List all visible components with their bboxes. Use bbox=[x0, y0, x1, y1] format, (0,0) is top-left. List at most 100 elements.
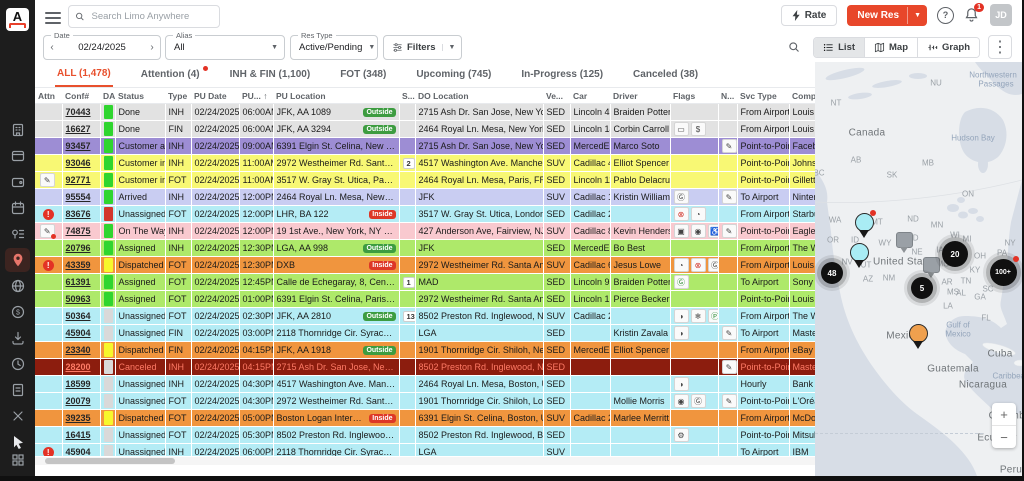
conf-number-link[interactable]: 45904 bbox=[66, 447, 91, 456]
vehicle-marker[interactable] bbox=[896, 232, 913, 253]
tab-all[interactable]: ALL (1,478) bbox=[55, 62, 113, 87]
table-row[interactable]: 16627DoneFIN02/24/202506:00AMJFK, AA 329… bbox=[35, 121, 815, 138]
zoom-out-button[interactable]: − bbox=[992, 426, 1016, 448]
table-row[interactable]: 50364UnassignedFOT02/24/202502:30PMJFK, … bbox=[35, 308, 815, 325]
view-list-button[interactable]: List bbox=[814, 38, 864, 57]
conf-number-link[interactable]: 50963 bbox=[66, 294, 91, 304]
sidebar-item-import-icon[interactable] bbox=[5, 326, 30, 350]
sidebar-item-history-icon[interactable] bbox=[5, 352, 30, 376]
conf-number-link[interactable]: 39235 bbox=[66, 413, 91, 423]
table-search-icon[interactable] bbox=[783, 36, 805, 58]
map-cluster-marker[interactable]: 5 bbox=[911, 277, 933, 299]
global-search[interactable] bbox=[68, 5, 220, 28]
column-header-da[interactable]: DA bbox=[100, 88, 115, 104]
view-graph-button[interactable]: Graph bbox=[917, 38, 979, 57]
alias-select[interactable]: Alias All ▼ bbox=[165, 35, 285, 60]
next-date-button[interactable]: › bbox=[144, 42, 160, 53]
column-header-company[interactable]: Company bbox=[789, 88, 815, 104]
column-header-ve[interactable]: Ve... bbox=[543, 88, 570, 104]
column-header-dolocation[interactable]: DO Location bbox=[415, 88, 543, 104]
sidebar-item-notes-icon[interactable] bbox=[5, 378, 30, 402]
conf-number-link[interactable]: 70443 bbox=[66, 107, 91, 117]
conf-number-link[interactable]: 18599 bbox=[66, 379, 91, 389]
column-header-type[interactable]: Type bbox=[165, 88, 191, 104]
table-row[interactable]: ✎74875On The WayINH02/24/202512:00PM19 1… bbox=[35, 223, 815, 240]
column-header-attn[interactable]: Attn bbox=[35, 88, 62, 104]
tab-inh[interactable]: INH & FIN (1,100) bbox=[228, 63, 313, 86]
new-res-button[interactable]: New Res ▼ bbox=[847, 5, 927, 26]
conf-number-link[interactable]: 20079 bbox=[66, 396, 91, 406]
map-cluster-marker[interactable]: 20 bbox=[942, 241, 968, 267]
table-row[interactable]: 39235DispatchedFOT02/24/202505:00PMBosto… bbox=[35, 410, 815, 427]
vehicle-marker[interactable] bbox=[923, 257, 940, 278]
help-icon[interactable]: ? bbox=[937, 7, 954, 24]
filters-dropdown[interactable]: ▼ bbox=[442, 44, 456, 51]
conf-number-link[interactable]: 28200 bbox=[66, 362, 91, 372]
table-row[interactable]: 18599UnassignedINH02/24/202504:30PM4517 … bbox=[35, 376, 815, 393]
conf-number-link[interactable]: 43359 bbox=[66, 260, 91, 270]
prev-date-button[interactable]: ‹ bbox=[44, 42, 60, 53]
tab-attention[interactable]: Attention (4) bbox=[139, 63, 202, 86]
new-res-dropdown[interactable]: ▼ bbox=[907, 7, 927, 24]
conf-number-link[interactable]: 45904 bbox=[66, 328, 91, 338]
notifications-button[interactable]: 1 bbox=[964, 7, 980, 23]
conf-number-link[interactable]: 50364 bbox=[66, 311, 91, 321]
column-header-svctype[interactable]: Svc Type bbox=[737, 88, 789, 104]
conf-number-link[interactable]: 16415 bbox=[66, 430, 91, 440]
sidebar-item-dispatch-icon[interactable] bbox=[5, 248, 30, 272]
conf-number-link[interactable]: 95554 bbox=[66, 192, 91, 202]
tab-canceled[interactable]: Canceled (38) bbox=[631, 63, 700, 86]
sidebar-item-apps-icon[interactable] bbox=[5, 448, 30, 472]
table-row[interactable]: 20796AssignedINH02/24/202512:30PMLGA, AA… bbox=[35, 240, 815, 257]
conf-number-link[interactable]: 20796 bbox=[66, 243, 91, 253]
conf-number-link[interactable]: 92771 bbox=[66, 175, 91, 185]
column-header-pulocation[interactable]: PU Location bbox=[273, 88, 399, 104]
column-header-pu[interactable]: PU... ↑ bbox=[239, 88, 273, 104]
table-row[interactable]: 28200CanceledINH02/24/202504:15PM2715 As… bbox=[35, 359, 815, 376]
search-input[interactable] bbox=[90, 10, 213, 23]
column-header-status[interactable]: Status bbox=[115, 88, 165, 104]
filters-button[interactable]: Filters ▼ bbox=[383, 35, 462, 60]
table-row[interactable]: 95554ArrivedINH02/24/202512:00PM2464 Roy… bbox=[35, 189, 815, 206]
conf-number-link[interactable]: 93046 bbox=[66, 158, 91, 168]
view-map-button[interactable]: Map bbox=[864, 38, 917, 57]
vehicle-pin[interactable] bbox=[909, 324, 928, 349]
table-row[interactable]: !83676UnassignedFOT02/24/202512:00PMLHR,… bbox=[35, 206, 815, 223]
table-row[interactable]: 61391AssignedFOT02/24/202512:45PMCalle d… bbox=[35, 274, 815, 291]
sidebar-item-calendar-icon[interactable] bbox=[5, 196, 30, 220]
column-header-flags[interactable]: Flags bbox=[670, 88, 718, 104]
table-row[interactable]: 93457Customer at DOINH02/24/202509:00AM6… bbox=[35, 138, 815, 155]
map-cluster-marker[interactable]: 100+ bbox=[990, 259, 1017, 286]
table-row[interactable]: 70443DoneINH02/24/202506:00AMJFK, AA 108… bbox=[35, 104, 815, 121]
table-row[interactable]: 16415UnassignedFOT02/24/202505:30PM8502 … bbox=[35, 427, 815, 444]
column-header-conf[interactable]: Conf# bbox=[62, 88, 100, 104]
sidebar-item-close-icon[interactable] bbox=[5, 404, 30, 428]
dispatch-map[interactable]: NorthwesternPassagesHudson BayGulf ofMex… bbox=[815, 62, 1022, 476]
table-row[interactable]: !45904UnassignedINH02/24/202506:00PM2118… bbox=[35, 444, 815, 457]
reservation-table[interactable]: AttnConf#DAStatusTypePU DatePU... ↑PU Lo… bbox=[35, 88, 815, 456]
sidebar-item-wallet-icon[interactable] bbox=[5, 170, 30, 194]
tab-in-progress[interactable]: In-Progress (125) bbox=[519, 63, 605, 86]
table-row[interactable]: 23340DispatchedFIN02/24/202504:15PMJFK, … bbox=[35, 342, 815, 359]
conf-number-link[interactable]: 93457 bbox=[66, 141, 91, 151]
sidebar-item-globe-icon[interactable] bbox=[5, 274, 30, 298]
limo-anywhere-logo[interactable]: A bbox=[6, 8, 29, 31]
vehicle-pin[interactable] bbox=[855, 213, 874, 238]
map-cluster-marker[interactable]: 48 bbox=[821, 262, 843, 284]
sidebar-item-reservations-icon[interactable] bbox=[5, 144, 30, 168]
column-header-n[interactable]: N... bbox=[718, 88, 737, 104]
tab-fot[interactable]: FOT (348) bbox=[338, 63, 388, 86]
vehicle-pin[interactable] bbox=[850, 243, 869, 268]
table-row[interactable]: 45904UnassignedFIN02/24/202503:00PM2118 … bbox=[35, 325, 815, 342]
table-row[interactable]: 20079UnassignedFOT02/24/202504:30PM2972 … bbox=[35, 393, 815, 410]
res-type-select[interactable]: Res Type Active/Pending ▼ bbox=[290, 35, 378, 60]
column-header-s[interactable]: S... bbox=[399, 88, 415, 104]
conf-number-link[interactable]: 83676 bbox=[66, 209, 91, 219]
column-header-driver[interactable]: Driver bbox=[610, 88, 670, 104]
sidebar-item-payments-icon[interactable]: $ bbox=[5, 300, 30, 324]
sidebar-item-company-icon[interactable] bbox=[5, 118, 30, 142]
table-row[interactable]: ✎92771Customer in CarFOT02/24/202511:00A… bbox=[35, 172, 815, 189]
menu-icon[interactable] bbox=[45, 9, 61, 23]
tab-upcoming[interactable]: Upcoming (745) bbox=[414, 63, 493, 86]
table-row[interactable]: 93046Customer in CarINH02/24/202511:00AM… bbox=[35, 155, 815, 172]
